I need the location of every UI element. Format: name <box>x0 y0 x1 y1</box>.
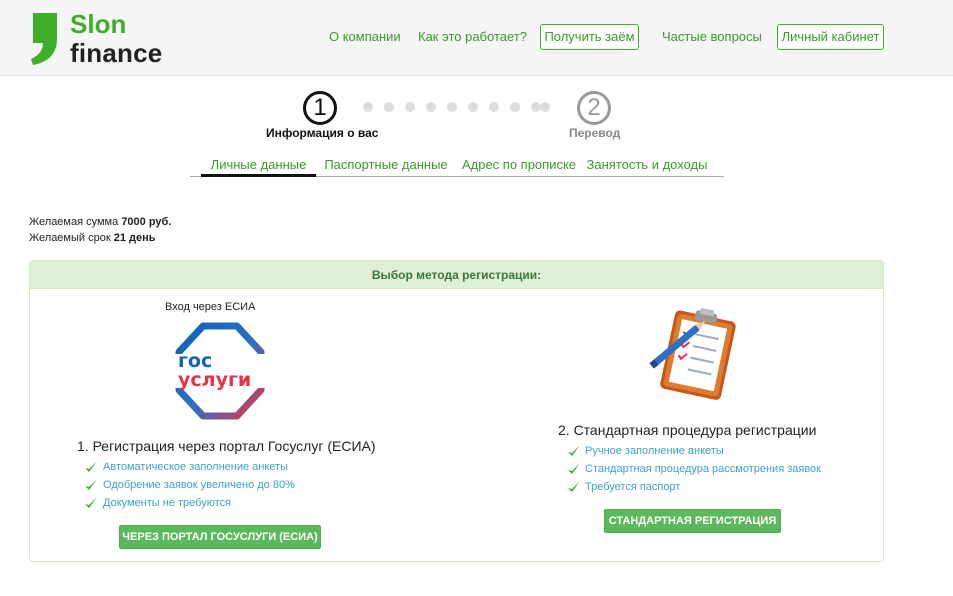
method-2-feature: Ручное заполнение анкеты <box>585 445 724 457</box>
method-1-feature: Автоматическое заполнение анкеты <box>103 461 288 473</box>
step-progress-dot <box>363 102 373 112</box>
esia-caption: Вход через ЕСИА <box>165 301 256 313</box>
desired-term: Желаемый срок 21 день <box>29 232 156 244</box>
brand-name-line1: Slon <box>70 9 127 39</box>
step-progress-dot <box>447 102 457 112</box>
method-1-feature: Документы не требуются <box>103 497 232 509</box>
desired-term-value: 21 день <box>113 232 156 244</box>
method-1-feature: Одобрение заявок увеличено до 80% <box>103 479 295 491</box>
brand-name-line2: finance <box>70 38 163 68</box>
step-1-indicator: 1 <box>303 91 337 125</box>
esia-register-button[interactable]: ЧЕРЕЗ ПОРТАЛ ГОСУСЛУГИ (ЕСИА) <box>119 525 321 549</box>
clipboard-icon <box>649 308 736 400</box>
svg-text:услуги: услуги <box>178 369 251 391</box>
step-progress-dot <box>510 102 520 112</box>
brand-logo[interactable]: Slon finance <box>27 10 177 68</box>
desired-amount: Желаемая сумма 7000 руб. <box>29 216 171 228</box>
tab-employment-income[interactable]: Занятость и доходы <box>586 157 708 177</box>
method-2-title: 2. Стандартная процедура регистрации <box>558 422 817 438</box>
checkmark-icon <box>568 481 580 492</box>
standard-register-button[interactable]: СТАНДАРТНАЯ РЕГИСТРАЦИЯ <box>604 509 781 533</box>
step-progress-dot <box>384 102 394 112</box>
method-2-feature: Требуется паспорт <box>585 481 681 493</box>
step-1-label: Информация о вас <box>266 126 379 140</box>
desired-term-label: Желаемый срок <box>29 232 111 244</box>
gosuslugi-logo: гос услуги <box>173 322 267 420</box>
checkmark-icon <box>568 445 580 456</box>
nav-about-link[interactable]: О компании <box>329 29 401 45</box>
step-progress-dot <box>426 102 436 112</box>
step-progress-dot <box>489 102 499 112</box>
nav-how-link[interactable]: Как это работает? <box>418 29 527 45</box>
step-progress-dot <box>468 102 478 112</box>
nav-faq-link[interactable]: Частые вопросы <box>662 29 762 45</box>
checkmark-icon <box>568 463 580 474</box>
panel-title: Выбор метода регистрации: <box>30 261 883 289</box>
checkmark-icon <box>85 461 97 472</box>
checkmark-icon <box>85 479 97 490</box>
method-1-title: 1. Регистрация через портал Госуслуг (ЕС… <box>77 438 376 454</box>
method-2-feature: Стандартная процедура рассмотрения заяво… <box>585 463 821 475</box>
desired-amount-value: 7000 руб. <box>121 216 172 228</box>
step-progress-dot <box>540 102 550 112</box>
checkmark-icon <box>85 497 97 508</box>
get-loan-button[interactable]: Получить заём <box>540 24 639 50</box>
step-progress-dot <box>405 102 415 112</box>
cabinet-button[interactable]: Личный кабинет <box>777 24 884 50</box>
brand-comma-icon <box>31 13 57 65</box>
tab-personal-data[interactable]: Личные данные <box>201 157 316 177</box>
step-2-indicator: 2 <box>577 91 611 125</box>
desired-amount-label: Желаемая сумма <box>29 216 119 228</box>
tab-registration-address[interactable]: Адрес по прописке <box>461 157 577 177</box>
step-2-label: Перевод <box>569 126 621 140</box>
site-header: Slon finance О компании Как это работает… <box>0 0 953 76</box>
tab-passport-data[interactable]: Паспортные данные <box>322 157 450 177</box>
